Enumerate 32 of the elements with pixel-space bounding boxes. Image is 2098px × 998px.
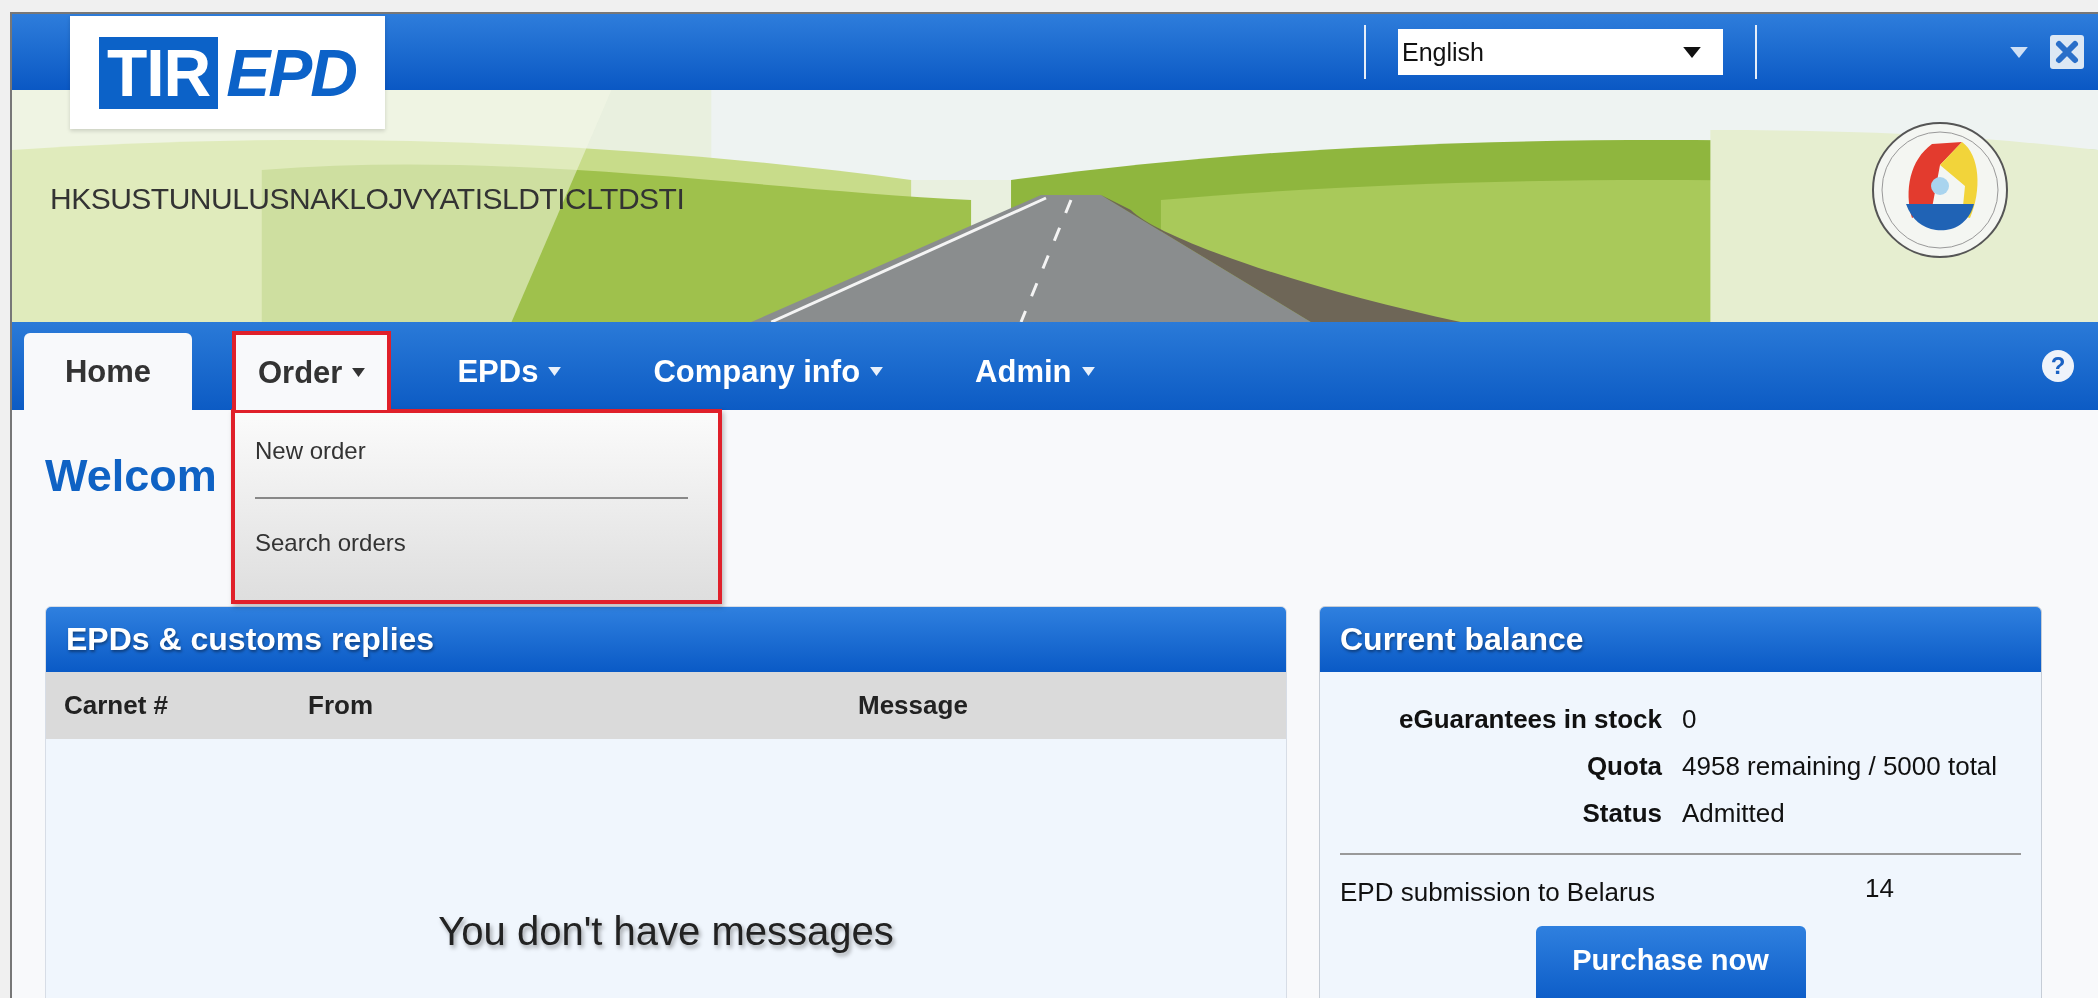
field-label: Status bbox=[1581, 798, 1662, 829]
welcome-heading: Welcom bbox=[45, 449, 217, 503]
field-label: eGuarantees in stock bbox=[1398, 704, 1662, 735]
help-button[interactable]: ? bbox=[2042, 350, 2074, 382]
purchase-button[interactable]: Purchase now bbox=[1535, 926, 1806, 998]
language-select[interactable]: English bbox=[1398, 29, 1723, 75]
field-value: 4958 remaining / 5000 total bbox=[1682, 751, 1999, 782]
nav-tab[interactable]: Company info bbox=[627, 333, 910, 410]
nav-tab[interactable]: Home bbox=[24, 333, 192, 410]
nav-tab[interactable]: EPDs bbox=[431, 333, 588, 410]
close-icon[interactable] bbox=[2050, 35, 2084, 69]
panel-title: EPDs & customs replies bbox=[46, 607, 1286, 672]
panel-title: Current balance bbox=[1320, 607, 2041, 672]
nav-tab[interactable]: Admin bbox=[949, 333, 1121, 410]
empty-message: You don't have messages bbox=[438, 909, 894, 955]
field-label: Quota bbox=[1585, 751, 1662, 782]
caret-icon[interactable] bbox=[2010, 46, 2028, 58]
logo-text: TIR bbox=[98, 36, 219, 109]
logo-text: EPD bbox=[226, 36, 356, 109]
column-header: Carnet # bbox=[64, 690, 169, 721]
emblem-icon bbox=[1870, 120, 2010, 260]
field-value: 0 bbox=[1682, 704, 1698, 735]
menu-item[interactable]: Search orders bbox=[255, 529, 406, 561]
caret-icon bbox=[1683, 46, 1701, 58]
nav-tab[interactable]: Order bbox=[232, 331, 392, 410]
submission-count: 14 bbox=[1865, 873, 1894, 905]
column-header: From bbox=[308, 690, 373, 721]
submission-label: EPD submission to Belarus bbox=[1340, 876, 1657, 908]
column-header: Message bbox=[858, 690, 968, 721]
company-name: HKSUSTUNULUSNAKLOJVYATISLDTICLTDSTI bbox=[50, 182, 685, 216]
menu-item[interactable]: New order bbox=[255, 437, 366, 469]
field-value: Admitted bbox=[1682, 798, 1786, 829]
